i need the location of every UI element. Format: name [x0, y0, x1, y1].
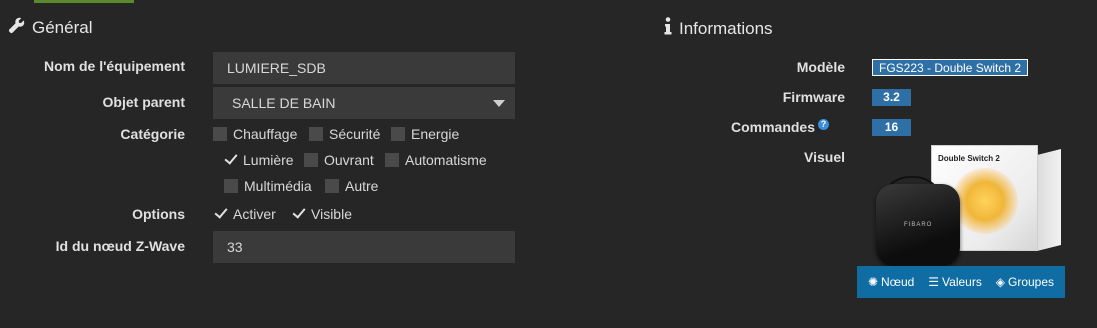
checkbox-check-icon[interactable]: [213, 207, 227, 221]
product-box-title: Double Switch 2: [938, 154, 1000, 163]
checkbox-label: Ouvrant: [324, 152, 374, 168]
model-label: Modèle: [796, 59, 845, 75]
product-box-side: [1037, 149, 1061, 251]
model-value-badge: FGS223 - Double Switch 2: [872, 59, 1029, 76]
layers-icon: ◈: [995, 275, 1005, 289]
checkbox-label: Activer: [233, 206, 276, 222]
parent-object-select[interactable]: SALLE DE BAIN: [213, 87, 515, 119]
category-lumiere-checkbox[interactable]: Lumière: [223, 152, 294, 168]
option-visible-checkbox[interactable]: Visible: [291, 206, 352, 222]
category-automatisme-checkbox[interactable]: Automatisme: [385, 152, 487, 168]
product-box-glow: [952, 168, 1018, 234]
tab-label: Nœud: [881, 275, 915, 289]
informations-title-text: Informations: [679, 18, 773, 38]
option-activer-checkbox[interactable]: Activer: [213, 206, 276, 222]
checkbox-label: Automatisme: [405, 152, 487, 168]
checkbox-box[interactable]: [385, 153, 399, 167]
checkbox-label: Energie: [411, 126, 460, 142]
tab-groupes[interactable]: ◈ Groupes: [996, 275, 1054, 289]
list-icon: ☰: [928, 275, 940, 289]
checkbox-check-icon[interactable]: [291, 207, 305, 221]
category-chauffage-checkbox[interactable]: Chauffage: [213, 126, 297, 142]
checkbox-box[interactable]: [224, 179, 238, 193]
node-id-input[interactable]: 33: [213, 231, 515, 263]
options-label: Options: [132, 206, 185, 222]
checkbox-label: Visible: [311, 206, 352, 222]
tab-valeurs[interactable]: ☰ Valeurs: [928, 275, 982, 289]
checkbox-box[interactable]: [391, 127, 405, 141]
category-autre-checkbox[interactable]: Autre: [325, 178, 378, 194]
category-ouvrant-checkbox[interactable]: Ouvrant: [304, 152, 374, 168]
fibaro-module: FIBARO: [876, 184, 960, 266]
tab-label: Groupes: [1008, 275, 1055, 289]
general-title-text: Général: [32, 18, 93, 37]
device-tabbar: ✺ Nœud ☰ Valeurs ◈ Groupes: [857, 266, 1065, 298]
checkbox-label: Lumière: [243, 152, 294, 168]
category-securite-checkbox[interactable]: Sécurité: [309, 126, 380, 142]
checkbox-label: Autre: [345, 178, 379, 194]
commands-label-text: Commandes: [730, 119, 815, 135]
checkbox-box[interactable]: [325, 179, 339, 193]
category-multimedia-checkbox[interactable]: Multimédia: [224, 178, 312, 194]
firmware-label: Firmware: [782, 89, 845, 105]
general-section-title: Général: [8, 17, 92, 39]
checkbox-check-icon[interactable]: [223, 153, 237, 167]
commands-label: Commandes?: [629, 119, 829, 135]
product-image: Double Switch 2 FIBARO: [870, 140, 1062, 266]
checkbox-box[interactable]: [304, 153, 318, 167]
module-logo: FIBARO: [904, 222, 933, 228]
visual-label: Visuel: [804, 149, 845, 165]
checkbox-label: Chauffage: [233, 126, 298, 142]
checkbox-label: Multimédia: [244, 178, 312, 194]
firmware-value-badge: 3.2: [872, 89, 911, 106]
category-label: Catégorie: [120, 126, 185, 142]
top-accent-bar: [34, 0, 134, 3]
commands-value-badge: 16: [872, 119, 911, 136]
node-icon: ✺: [867, 275, 879, 289]
wrench-icon: [8, 17, 25, 39]
caret-down-icon: [493, 100, 505, 107]
informations-section-title: Informations: [664, 17, 773, 40]
name-label: Nom de l'équipement: [43, 58, 185, 74]
parent-select-value: SALLE DE BAIN: [232, 95, 336, 111]
info-icon: [664, 17, 672, 40]
node-id-label: Id du nœud Z-Wave: [55, 238, 185, 254]
help-icon[interactable]: ?: [818, 119, 829, 130]
parent-label: Objet parent: [102, 94, 185, 110]
checkbox-box[interactable]: [213, 127, 227, 141]
tab-noeud[interactable]: ✺ Nœud: [868, 275, 914, 289]
checkbox-box[interactable]: [309, 127, 323, 141]
category-energie-checkbox[interactable]: Energie: [391, 126, 459, 142]
tab-label: Valeurs: [942, 275, 982, 289]
checkbox-label: Sécurité: [329, 126, 381, 142]
equipment-name-input[interactable]: LUMIERE_SDB: [213, 52, 515, 84]
